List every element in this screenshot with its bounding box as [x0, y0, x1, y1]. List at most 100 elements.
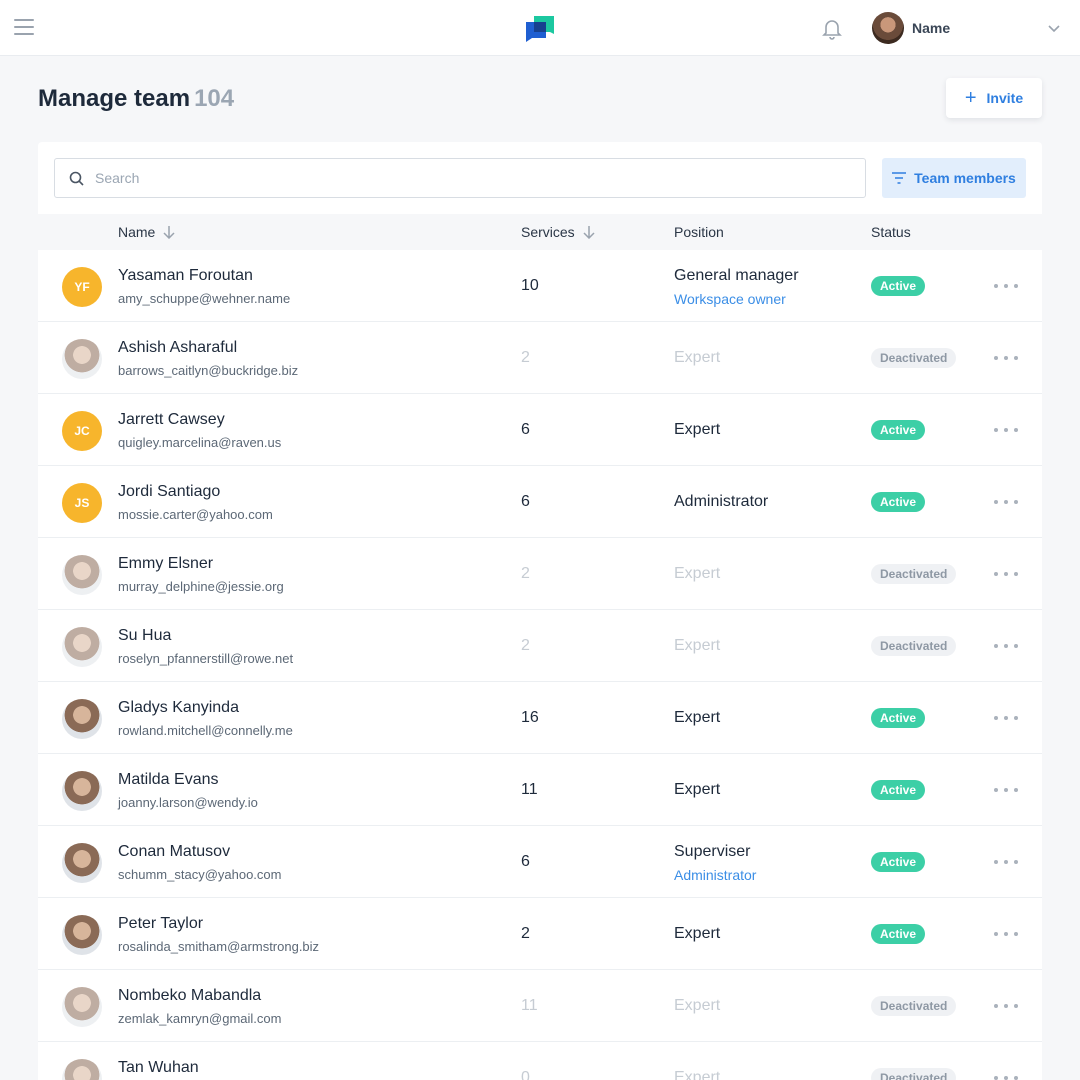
- more-dots-icon[interactable]: [994, 276, 1018, 296]
- top-bar: Name: [0, 0, 1080, 56]
- page-title-text: Manage team: [38, 85, 191, 112]
- more-dots-icon[interactable]: [994, 492, 1018, 512]
- services-count: 2: [521, 565, 530, 582]
- avatar: [62, 339, 102, 379]
- team-members-filter-button[interactable]: Team members: [882, 158, 1026, 198]
- member-name[interactable]: Conan Matusov: [118, 843, 230, 861]
- filter-icon: [892, 172, 907, 184]
- member-name[interactable]: Jordi Santiago: [118, 483, 220, 501]
- table-row[interactable]: YF Yasaman Foroutan amy_schuppe@wehner.nam…: [38, 250, 1042, 322]
- table-row[interactable]: Matilda Evans joanny.larson@wendy.io 11 Exp…: [38, 754, 1042, 826]
- avatar: [62, 915, 102, 955]
- services-count: 16: [521, 709, 539, 726]
- member-position: Expert: [674, 925, 721, 942]
- column-header-services[interactable]: Services: [521, 214, 595, 250]
- member-name[interactable]: Su Hua: [118, 627, 171, 645]
- search-input[interactable]: [95, 159, 855, 197]
- member-name[interactable]: Emmy Elsner: [118, 555, 213, 573]
- more-dots-icon[interactable]: [994, 564, 1018, 584]
- member-role: Workspace owner: [674, 291, 786, 307]
- member-position: Expert: [674, 709, 721, 726]
- table-row[interactable]: Gladys Kanyinda rowland.mitchell@connelly…: [38, 682, 1042, 754]
- member-email: zemlak_kamryn@gmail.com: [118, 1011, 282, 1026]
- services-count: 2: [521, 349, 530, 366]
- more-dots-icon[interactable]: [994, 420, 1018, 440]
- table-row[interactable]: Conan Matusov schumm_stacy@yahoo.com 6 Supe…: [38, 826, 1042, 898]
- member-position: General manager: [674, 267, 799, 284]
- member-name[interactable]: Matilda Evans: [118, 771, 219, 789]
- member-name[interactable]: Tan Wuhan: [118, 1059, 199, 1077]
- member-position: Expert: [674, 637, 721, 654]
- member-role: Administrator: [674, 867, 757, 883]
- team-count: 104: [194, 85, 235, 112]
- member-email: murray_delphine@jessie.org: [118, 579, 284, 594]
- bell-icon[interactable]: [820, 16, 844, 40]
- member-name[interactable]: Gladys Kanyinda: [118, 699, 239, 717]
- table-row[interactable]: JC Jarrett Cawsey quigley.marcelina@raven.…: [38, 394, 1042, 466]
- table-row[interactable]: JS Jordi Santiago mossie.carter@yahoo.com 6…: [38, 466, 1042, 538]
- plus-icon: +: [964, 87, 977, 109]
- services-count: 6: [521, 493, 530, 510]
- member-email: rowland.mitchell@connelly.me: [118, 723, 293, 738]
- logo-icon[interactable]: [526, 16, 554, 42]
- search-box[interactable]: [54, 158, 866, 198]
- services-count: 11: [521, 781, 538, 798]
- services-count: 2: [521, 925, 530, 942]
- table-row[interactable]: Tan Wuhan 0 Expert Deactivated: [38, 1042, 1042, 1080]
- team-table-card: Team members Name Services Position Stat…: [38, 142, 1042, 1080]
- status-badge: Active: [871, 420, 926, 440]
- status-badge: Deactivated: [871, 636, 957, 656]
- more-dots-icon[interactable]: [994, 636, 1018, 656]
- avatar: [62, 555, 102, 595]
- avatar: [62, 627, 102, 667]
- member-email: roselyn_pfannerstill@rowe.net: [118, 651, 294, 666]
- status-badge: Deactivated: [871, 348, 957, 368]
- table-row[interactable]: Emmy Elsner murray_delphine@jessie.org 2 Ex…: [38, 538, 1042, 610]
- table-row[interactable]: Nombeko Mabandla zemlak_kamryn@gmail.com 1…: [38, 970, 1042, 1042]
- avatar-initials: JC: [62, 411, 102, 451]
- user-name: Name: [912, 20, 951, 36]
- sort-arrow-icon: [163, 226, 175, 239]
- table-row[interactable]: Ashish Asharaful barrows_caitlyn@buckridg…: [38, 322, 1042, 394]
- more-dots-icon[interactable]: [994, 780, 1018, 800]
- member-name[interactable]: Jarrett Cawsey: [118, 411, 225, 429]
- member-name[interactable]: Ashish Asharaful: [118, 339, 237, 357]
- more-dots-icon[interactable]: [994, 1068, 1018, 1080]
- column-services-label: Services: [521, 224, 575, 240]
- filter-label: Team members: [914, 170, 1016, 186]
- status-badge: Active: [871, 780, 926, 800]
- member-email: barrows_caitlyn@buckridge.biz: [118, 363, 299, 378]
- member-position: Administrator: [674, 493, 769, 510]
- member-position: Expert: [674, 349, 721, 366]
- member-name[interactable]: Yasaman Foroutan: [118, 267, 253, 285]
- avatar: [62, 1059, 102, 1080]
- member-position: Superviser: [674, 843, 751, 860]
- services-count: 10: [521, 277, 539, 294]
- page-title: Manage team 104: [38, 85, 234, 113]
- more-dots-icon[interactable]: [994, 852, 1018, 872]
- menu-icon[interactable]: [14, 19, 34, 37]
- table-row[interactable]: Peter Taylor rosalinda_smitham@armstrong.…: [38, 898, 1042, 970]
- services-count: 6: [521, 853, 530, 870]
- member-name[interactable]: Peter Taylor: [118, 915, 203, 933]
- search-icon: [69, 171, 84, 186]
- avatar-initials: YF: [62, 267, 102, 307]
- member-position: Expert: [674, 421, 721, 438]
- more-dots-icon[interactable]: [994, 924, 1018, 944]
- more-dots-icon[interactable]: [994, 348, 1018, 368]
- table-row[interactable]: Su Hua roselyn_pfannerstill@rowe.net 2 Expe…: [38, 610, 1042, 682]
- user-menu[interactable]: Name: [872, 12, 950, 44]
- member-email: joanny.larson@wendy.io: [118, 795, 258, 810]
- chevron-down-icon[interactable]: [1047, 21, 1061, 35]
- avatar: [62, 987, 102, 1027]
- member-name[interactable]: Nombeko Mabandla: [118, 987, 261, 1005]
- status-badge: Active: [871, 708, 926, 728]
- table-header: Name Services Position Status: [38, 214, 1042, 250]
- status-badge: Deactivated: [871, 1068, 957, 1080]
- invite-button[interactable]: + Invite: [946, 78, 1042, 118]
- status-badge: Active: [871, 492, 926, 512]
- more-dots-icon[interactable]: [994, 996, 1018, 1016]
- column-name-label: Name: [118, 224, 156, 240]
- column-header-name[interactable]: Name: [118, 214, 175, 250]
- more-dots-icon[interactable]: [994, 708, 1018, 728]
